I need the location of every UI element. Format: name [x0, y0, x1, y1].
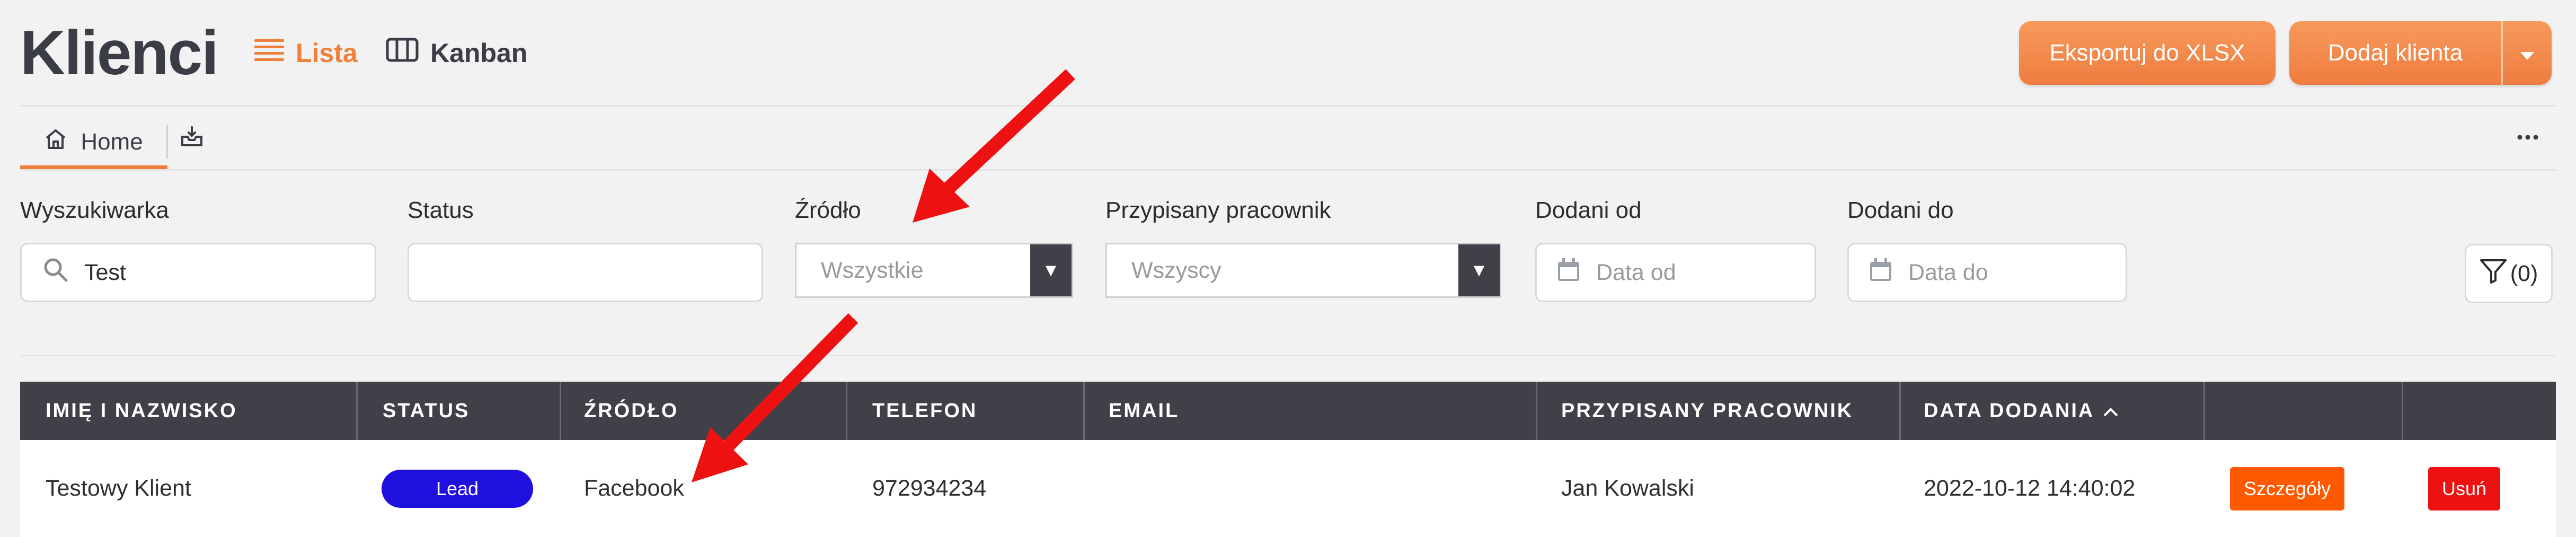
calendar-icon: [1557, 257, 1580, 288]
cell-phone: 972934234: [872, 476, 987, 501]
cell-details: Szczegóły: [2230, 440, 2344, 537]
date-to-label: Dodani do: [1847, 197, 1954, 223]
col-divider: [1083, 382, 1085, 440]
triangle-down-icon: ▼: [1042, 260, 1060, 280]
home-icon: [45, 128, 67, 156]
status-badge: Lead: [382, 469, 533, 508]
page-title: Klienci: [20, 18, 219, 88]
col-header-employee[interactable]: PRZYPISANY PRACOWNIK: [1561, 382, 1853, 440]
employee-dropdown-arrow[interactable]: ▼: [1458, 244, 1500, 296]
view-kanban-label: Kanban: [430, 38, 528, 68]
cell-employee: Jan Kowalski: [1561, 476, 1694, 501]
tabs-divider: [20, 169, 2556, 171]
source-label: Źródło: [795, 197, 861, 223]
search-icon: [43, 257, 68, 288]
search-label: Wyszukiwarka: [20, 197, 169, 223]
col-divider: [2203, 382, 2205, 440]
employee-select[interactable]: Wszyscy ▼: [1105, 243, 1501, 298]
filter-count: (0): [2510, 260, 2538, 286]
add-client-button[interactable]: Dodaj klienta: [2289, 21, 2552, 85]
col-divider: [1899, 382, 1901, 440]
col-divider: [560, 382, 561, 440]
cell-source: Facebook: [584, 476, 684, 501]
cell-name: Testowy Klient: [46, 476, 191, 501]
search-field[interactable]: Test: [20, 243, 376, 302]
date-to-placeholder: Data do: [1908, 259, 1988, 285]
sort-ascending-icon: [2103, 400, 2119, 422]
employee-select-placeholder: Wszyscy: [1131, 257, 1221, 283]
col-divider: [1536, 382, 1537, 440]
annotation-arrow: [913, 69, 1075, 223]
col-header-name[interactable]: IMIĘ I NAZWISKO: [46, 382, 237, 440]
date-to-field[interactable]: Data do: [1847, 243, 2127, 302]
table-row[interactable]: Testowy Klient Lead Facebook 972934234 J…: [20, 440, 2556, 537]
filter-funnel-icon: [2480, 258, 2507, 289]
date-from-field[interactable]: Data od: [1535, 243, 1816, 302]
calendar-icon: [1869, 257, 1892, 288]
caret-down-icon: [2520, 40, 2534, 66]
view-lista-label: Lista: [296, 38, 358, 68]
tab-home[interactable]: Home: [20, 114, 167, 170]
date-from-placeholder: Data od: [1596, 259, 1676, 285]
view-lista-button[interactable]: Lista: [254, 32, 358, 74]
col-header-status[interactable]: STATUS: [383, 382, 470, 440]
search-input-value[interactable]: Test: [84, 260, 126, 286]
tab-save-view-button[interactable]: [180, 125, 205, 149]
employee-label: Przypisany pracownik: [1105, 197, 1331, 223]
export-xlsx-button[interactable]: Eksportuj do XLSX: [2019, 21, 2276, 85]
col-divider: [2402, 382, 2403, 440]
cell-delete: Usuń: [2428, 440, 2500, 537]
add-client-dropdown-toggle[interactable]: [2503, 21, 2552, 85]
col-header-phone[interactable]: TELEFON: [872, 382, 977, 440]
col-header-email[interactable]: EMAIL: [1109, 382, 1179, 440]
col-divider: [356, 382, 358, 440]
details-button[interactable]: Szczegóły: [2230, 466, 2344, 510]
tab-home-label: Home: [81, 128, 143, 155]
filters-divider: [20, 355, 2556, 356]
table-header: IMIĘ I NAZWISKO STATUS ŹRÓDŁO TELEFON EM…: [20, 382, 2556, 440]
source-select-placeholder: Wszystkie: [821, 257, 924, 283]
col-header-date-added-label: DATA DODANIA: [1924, 399, 2095, 422]
status-label: Status: [408, 197, 474, 223]
tab-separator: [166, 125, 168, 159]
add-client-label: Dodaj klienta: [2327, 40, 2463, 66]
status-field[interactable]: [408, 243, 763, 302]
source-dropdown-arrow[interactable]: ▼: [1030, 244, 1072, 296]
more-dots-icon: [2517, 133, 2538, 143]
header-divider: [20, 105, 2556, 107]
delete-button[interactable]: Usuń: [2428, 466, 2500, 510]
col-divider: [846, 382, 847, 440]
more-options-button[interactable]: [2512, 127, 2544, 148]
source-select[interactable]: Wszystkie ▼: [795, 243, 1073, 298]
download-tray-icon: [180, 126, 203, 151]
col-header-source[interactable]: ŹRÓDŁO: [584, 382, 678, 440]
triangle-down-icon: ▼: [1470, 260, 1488, 280]
kanban-icon: [386, 37, 419, 69]
date-from-label: Dodani od: [1535, 197, 1642, 223]
cell-status: Lead: [382, 440, 533, 537]
col-header-date-added[interactable]: DATA DODANIA: [1924, 382, 2119, 440]
filter-button[interactable]: (0): [2465, 244, 2553, 303]
list-icon: [254, 37, 284, 69]
cell-date-added: 2022-10-12 14:40:02: [1924, 476, 2136, 501]
view-kanban-button[interactable]: Kanban: [386, 32, 527, 74]
